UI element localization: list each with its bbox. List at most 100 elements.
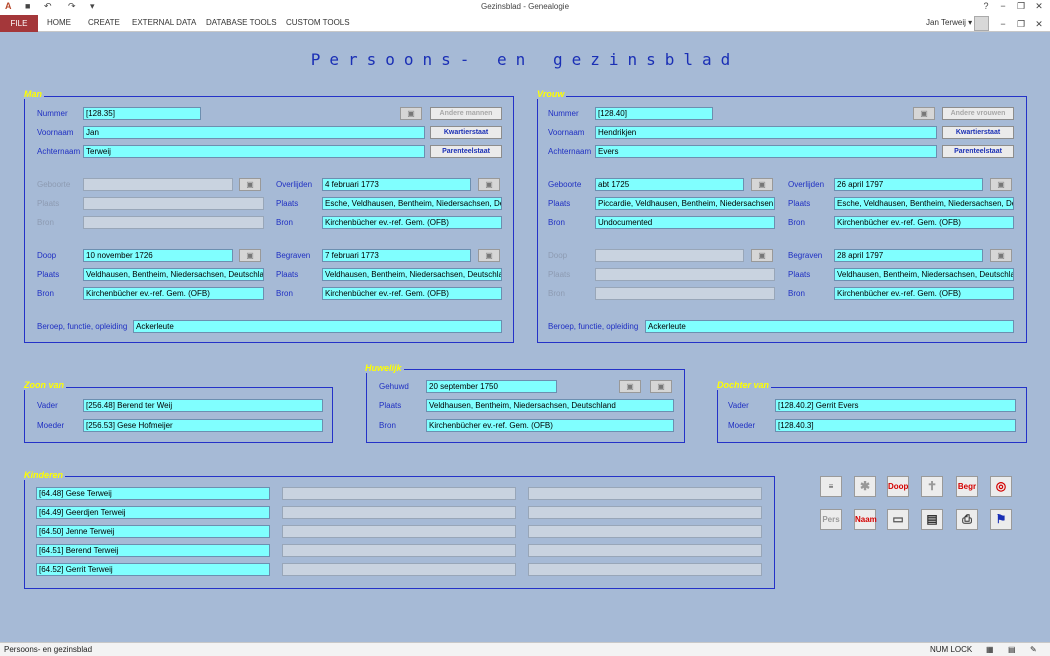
vrouw-doop-camera-icon[interactable]: ▣ [751, 249, 773, 262]
kind-field-empty[interactable] [282, 544, 516, 557]
begr-button[interactable]: Begr [956, 476, 978, 497]
kind-field-empty[interactable] [528, 525, 762, 538]
man-nummer-field[interactable]: [128.35] [83, 107, 201, 120]
man-geboorte-camera-icon[interactable]: ▣ [239, 178, 261, 191]
kind-field-empty[interactable] [528, 487, 762, 500]
gehuwd-field[interactable]: 20 september 1750 [426, 380, 557, 393]
form-view-icon[interactable]: ▦ [986, 645, 994, 654]
avatar[interactable] [974, 16, 989, 31]
kind-field[interactable]: [64.49] Geerdjen Terweij [36, 506, 270, 519]
man-doop-plaats-field[interactable]: Veldhausen, Bentheim, Niedersachsen, Deu… [83, 268, 264, 281]
zoon-vader-field[interactable]: [256.48] Berend ter Weij [83, 399, 323, 412]
doop-button[interactable]: Doop [887, 476, 909, 497]
man-begraven-camera-icon[interactable]: ▣ [478, 249, 500, 262]
datasheet-view-icon[interactable]: ▤ [1008, 645, 1016, 654]
vrouw-nummer-field[interactable]: [128.40] [595, 107, 713, 120]
kind-field-empty[interactable] [528, 506, 762, 519]
huwelijk-camera-icon[interactable]: ▣ [650, 380, 672, 393]
man-begraven-field[interactable]: 7 februari 1773 [322, 249, 471, 262]
vrouw-doop-plaats-field[interactable] [595, 268, 775, 281]
card-icon[interactable]: ▭ [887, 509, 909, 530]
vrouw-parenteelstaat-button[interactable]: Parenteelstaat [942, 145, 1014, 158]
kind-field-empty[interactable] [528, 563, 762, 576]
vrouw-geboorte-bron-field[interactable]: Undocumented [595, 216, 775, 229]
flag-icon[interactable]: ⚑ [990, 509, 1012, 530]
kind-field[interactable]: [64.50] Jenne Terweij [36, 525, 270, 538]
vrouw-begraven-field[interactable]: 28 april 1797 [834, 249, 983, 262]
tab-database-tools[interactable]: DATABASE TOOLS [206, 18, 277, 27]
man-doop-bron-field[interactable]: Kirchenbücher ev.-ref. Gem. (OFB) [83, 287, 264, 300]
user-account[interactable]: Jan Terweij ▾ [926, 18, 972, 27]
man-begraven-bron-field[interactable]: Kirchenbücher ev.-ref. Gem. (OFB) [322, 287, 502, 300]
vrouw-doop-field[interactable] [595, 249, 744, 262]
vrouw-geboorte-plaats-field[interactable]: Piccardie, Veldhausen, Bentheim, Nieders… [595, 197, 775, 210]
kind-field[interactable]: [64.52] Gerrit Terweij [36, 563, 270, 576]
vrouw-begraven-camera-icon[interactable]: ▣ [990, 249, 1012, 262]
kind-field[interactable]: [64.51] Berend Terweij [36, 544, 270, 557]
man-kwartierstaat-button[interactable]: Kwartierstaat [430, 126, 502, 139]
huwelijk-bron-field[interactable]: Kirchenbücher ev.-ref. Gem. (OFB) [426, 419, 674, 432]
man-parenteelstaat-button[interactable]: Parenteelstaat [430, 145, 502, 158]
tab-file[interactable]: FILE [0, 15, 38, 32]
kind-field-empty[interactable] [528, 544, 762, 557]
vrouw-camera-icon[interactable]: ▣ [913, 107, 935, 120]
tab-home[interactable]: HOME [47, 18, 71, 27]
man-overlijden-bron-field[interactable]: Kirchenbücher ev.-ref. Gem. (OFB) [322, 216, 502, 229]
doc-restore-button[interactable]: ❐ [1014, 19, 1028, 30]
kind-field-empty[interactable] [282, 525, 516, 538]
zoon-moeder-field[interactable]: [256.53] Gese Hofmeijer [83, 419, 323, 432]
design-view-icon[interactable]: ✎ [1030, 645, 1037, 654]
tab-custom-tools[interactable]: CUSTOM TOOLS [286, 18, 350, 27]
dochter-vader-field[interactable]: [128.40.2] Gerrit Evers [775, 399, 1016, 412]
tab-external-data[interactable]: EXTERNAL DATA [132, 18, 196, 27]
minimize-button[interactable]: − [996, 1, 1010, 11]
andere-mannen-button[interactable]: Andere mannen [430, 107, 502, 120]
vrouw-geboorte-field[interactable]: abt 1725 [595, 178, 744, 191]
vrouw-voornaam-field[interactable]: Hendrikjen [595, 126, 937, 139]
help-button[interactable]: ? [979, 1, 993, 11]
huwelijk-plaats-field[interactable]: Veldhausen, Bentheim, Niedersachsen, Deu… [426, 399, 674, 412]
close-button[interactable]: ✕ [1032, 1, 1046, 12]
man-doop-camera-icon[interactable]: ▣ [239, 249, 261, 262]
doc-close-button[interactable]: ✕ [1032, 19, 1046, 30]
man-overlijden-plaats-field[interactable]: Esche, Veldhausen, Bentheim, Niedersachs… [322, 197, 502, 210]
man-doop-field[interactable]: 10 november 1726 [83, 249, 233, 262]
rings-icon[interactable]: ◎ [990, 476, 1012, 497]
vrouw-overlijden-field[interactable]: 26 april 1797 [834, 178, 983, 191]
dochter-moeder-field[interactable]: [128.40.3] [775, 419, 1016, 432]
vrouw-overlijden-camera-icon[interactable]: ▣ [990, 178, 1012, 191]
man-beroep-field[interactable]: Ackerleute [133, 320, 502, 333]
man-begraven-plaats-field[interactable]: Veldhausen, Bentheim, Niedersachsen, Deu… [322, 268, 502, 281]
restore-button[interactable]: ❐ [1014, 1, 1028, 12]
huwelijk-document-icon[interactable]: ▣ [619, 380, 641, 393]
print-icon[interactable]: ⎙ [956, 509, 978, 530]
man-geboorte-plaats-field[interactable] [83, 197, 264, 210]
pers-button[interactable]: Pers [820, 509, 842, 530]
star-icon[interactable]: ✱ [854, 476, 876, 497]
doc-minimize-button[interactable]: − [996, 19, 1010, 29]
man-voornaam-field[interactable]: Jan [83, 126, 425, 139]
man-overlijden-field[interactable]: 4 februari 1773 [322, 178, 471, 191]
vrouw-beroep-field[interactable]: Ackerleute [645, 320, 1014, 333]
vrouw-kwartierstaat-button[interactable]: Kwartierstaat [942, 126, 1014, 139]
kind-field[interactable]: [64.48] Gese Terweij [36, 487, 270, 500]
vrouw-geboorte-camera-icon[interactable]: ▣ [751, 178, 773, 191]
vrouw-overlijden-bron-field[interactable]: Kirchenbücher ev.-ref. Gem. (OFB) [834, 216, 1014, 229]
cross-icon[interactable]: ✝ [921, 476, 943, 497]
kind-field-empty[interactable] [282, 506, 516, 519]
kind-field-empty[interactable] [282, 487, 516, 500]
man-geboorte-field[interactable] [83, 178, 233, 191]
report-icon[interactable]: ≡ [820, 476, 842, 497]
man-geboorte-bron-field[interactable] [83, 216, 264, 229]
man-achternaam-field[interactable]: Terweij [83, 145, 425, 158]
vrouw-achternaam-field[interactable]: Evers [595, 145, 937, 158]
vrouw-begraven-plaats-field[interactable]: Veldhausen, Bentheim, Niedersachsen, Deu… [834, 268, 1014, 281]
vrouw-doop-bron-field[interactable] [595, 287, 775, 300]
print-preview-icon[interactable]: ▤ [921, 509, 943, 530]
camera-icon[interactable]: ▣ [400, 107, 422, 120]
vrouw-overlijden-plaats-field[interactable]: Esche, Veldhausen, Bentheim, Niedersachs… [834, 197, 1014, 210]
kind-field-empty[interactable] [282, 563, 516, 576]
man-overlijden-camera-icon[interactable]: ▣ [478, 178, 500, 191]
naam-button[interactable]: Naam [854, 509, 877, 530]
vrouw-begraven-bron-field[interactable]: Kirchenbücher ev.-ref. Gem. (OFB) [834, 287, 1014, 300]
